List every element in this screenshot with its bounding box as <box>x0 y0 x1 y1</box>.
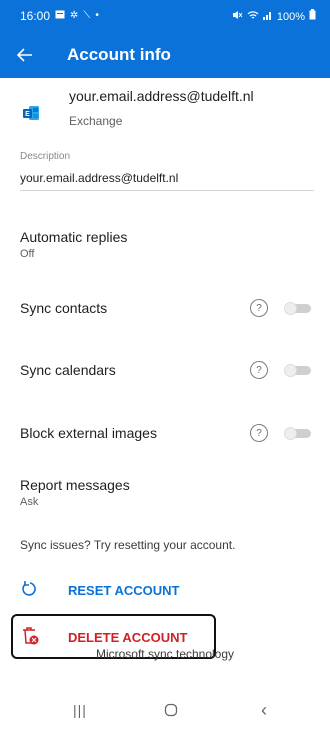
block-external-images-toggle[interactable] <box>284 427 311 440</box>
back-button[interactable] <box>10 40 40 70</box>
status-right: 100% <box>232 9 316 24</box>
status-time: 16:00 <box>20 9 51 23</box>
report-messages-value: Ask <box>20 496 39 508</box>
signal-icon <box>262 10 273 24</box>
description-field[interactable]: Description <box>20 151 314 191</box>
arrow-left-icon <box>17 48 32 62</box>
help-icon[interactable]: ? <box>250 424 268 442</box>
calendar-icon <box>55 9 65 23</box>
refresh-icon <box>20 579 40 599</box>
sync-calendars-setting: Sync calendars ? <box>20 361 314 382</box>
status-bar: 16:00 ✲ ⟍ • 100% <box>0 0 330 32</box>
sync-calendars-toggle[interactable] <box>284 364 311 377</box>
svg-text:E: E <box>25 111 30 118</box>
automatic-replies-label: Automatic replies <box>20 229 128 245</box>
sync-contacts-toggle[interactable] <box>284 302 311 315</box>
account-header: E your.email.address@tudelft.nl Exchange <box>0 78 330 138</box>
sync-issues-text: Sync issues? Try resetting your account. <box>20 538 236 552</box>
footer-text: Microsoft sync technology <box>95 647 235 661</box>
back-icon: ‹ <box>261 699 267 720</box>
report-messages-setting[interactable]: Report messages Ask <box>20 477 314 508</box>
home-button[interactable] <box>151 695 191 725</box>
recents-icon: ||| <box>73 702 87 718</box>
help-icon[interactable]: ? <box>250 361 268 379</box>
sync-contacts-label: Sync contacts <box>20 300 108 316</box>
recents-button[interactable]: ||| <box>60 695 100 725</box>
block-external-images-label: Block external images <box>20 425 157 441</box>
wifi-icon <box>247 10 259 24</box>
reset-account-label: RESET ACCOUNT <box>68 583 180 598</box>
description-input[interactable] <box>20 169 314 187</box>
dot-icon: • <box>95 10 99 21</box>
wrench-icon: ⟍ <box>83 10 91 21</box>
status-left: 16:00 ✲ ⟍ • <box>20 9 99 23</box>
nav-back-button[interactable]: ‹ <box>244 695 284 725</box>
battery-percent: 100% <box>276 10 305 23</box>
system-nav-bar: ||| ‹ <box>0 695 330 729</box>
sync-contacts-setting: Sync contacts ? <box>20 299 314 320</box>
toggle-knob <box>284 364 297 377</box>
home-icon <box>164 703 178 717</box>
description-label: Description <box>20 151 71 162</box>
automatic-replies-value: Off <box>20 248 35 260</box>
account-type: Exchange <box>69 114 123 128</box>
page-title: Account info <box>67 45 171 64</box>
mute-icon <box>232 10 243 24</box>
trash-delete-icon <box>20 626 40 646</box>
account-email: your.email.address@tudelft.nl <box>69 88 254 104</box>
battery-icon <box>309 9 316 24</box>
app-bar: Account info <box>0 32 330 78</box>
toggle-knob <box>284 302 297 315</box>
toggle-knob <box>284 427 297 440</box>
reset-account-button[interactable]: RESET ACCOUNT <box>20 574 320 604</box>
help-icon[interactable]: ? <box>250 299 268 317</box>
exchange-icon: E <box>23 106 39 120</box>
sync-calendars-label: Sync calendars <box>20 362 116 378</box>
gear-icon: ✲ <box>70 10 79 21</box>
automatic-replies-setting[interactable]: Automatic replies Off <box>20 229 314 260</box>
block-external-images-setting: Block external images ? <box>20 424 314 445</box>
delete-account-label: DELETE ACCOUNT <box>68 630 188 645</box>
report-messages-label: Report messages <box>20 477 130 493</box>
